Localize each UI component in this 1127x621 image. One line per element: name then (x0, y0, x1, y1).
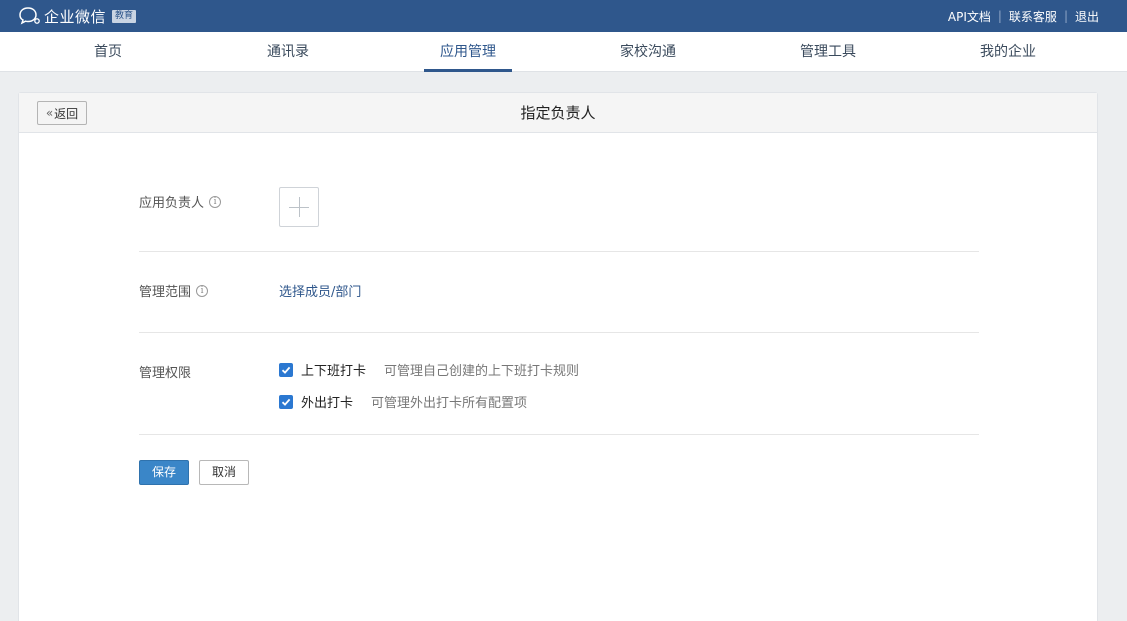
permission-checkbox[interactable] (279, 394, 293, 409)
nav-item-home[interactable]: 首页 (38, 32, 178, 72)
divider (139, 332, 979, 333)
permission-label: 管理权限 (139, 366, 192, 381)
divider (139, 434, 979, 435)
nav-item-app-management[interactable]: 应用管理 (398, 32, 538, 72)
api-docs-link[interactable]: API文档 (948, 8, 991, 25)
edition-badge: 教育 (112, 9, 137, 23)
link-separator: | (997, 9, 1002, 23)
logo-text: 企业微信 (44, 7, 107, 26)
active-tab-indicator (424, 69, 512, 72)
nav-item-my-company[interactable]: 我的企业 (938, 32, 1078, 72)
owner-label: 应用负责人 (139, 196, 205, 211)
top-bar: 企业微信 教育 API文档 | 联系客服 | 退出 (0, 0, 1127, 32)
add-owner-button[interactable] (279, 187, 319, 227)
card-header: 指定负责人 « 返回 (19, 93, 1097, 133)
wecom-logo-icon (18, 6, 42, 26)
logout-link[interactable]: 退出 (1075, 8, 1099, 25)
link-separator: | (1063, 9, 1068, 23)
permission-name: 外出打卡 (301, 396, 354, 411)
permission-desc: 可管理自己创建的上下班打卡规则 (384, 364, 580, 379)
logo[interactable]: 企业微信 教育 (18, 5, 137, 27)
permission-label-row: 管理权限 (139, 362, 191, 381)
page-title: 指定负责人 (520, 104, 596, 122)
nav-item-contacts[interactable]: 通讯录 (218, 32, 358, 72)
owner-label-row: 应用负责人 i (139, 192, 222, 211)
nav-item-home-school[interactable]: 家校沟通 (578, 32, 718, 72)
contact-support-link[interactable]: 联系客服 (1009, 8, 1057, 25)
back-button-label: 返回 (54, 106, 79, 121)
nav-item-management-tools[interactable]: 管理工具 (758, 32, 898, 72)
main-nav: 首页 通讯录 应用管理 家校沟通 管理工具 我的企业 (0, 32, 1127, 72)
double-chevron-left-icon: « (45, 106, 54, 120)
permission-desc: 可管理外出打卡所有配置项 (371, 396, 528, 411)
scope-label-row: 管理范围 i (139, 281, 209, 300)
cancel-button[interactable]: 取消 (199, 460, 249, 485)
scope-label: 管理范围 (139, 285, 192, 300)
permission-item: 外出打卡 可管理外出打卡所有配置项 (279, 392, 527, 411)
save-button[interactable]: 保存 (139, 460, 189, 485)
checkmark-icon (281, 366, 291, 374)
info-icon[interactable]: i (209, 195, 222, 208)
divider (139, 251, 979, 252)
permission-name: 上下班打卡 (301, 364, 367, 379)
select-members-link[interactable]: 选择成员/部门 (279, 281, 361, 300)
permission-item: 上下班打卡 可管理自己创建的上下班打卡规则 (279, 360, 579, 379)
assign-owner-card: 指定负责人 « 返回 应用负责人 i 管理范围 i 选择成员/部门 管理权限 上… (18, 92, 1098, 621)
top-links: API文档 | 联系客服 | 退出 (948, 0, 1099, 32)
info-icon[interactable]: i (196, 284, 209, 297)
permission-checkbox[interactable] (279, 362, 293, 377)
back-button[interactable]: « 返回 (37, 101, 87, 125)
checkmark-icon (281, 398, 291, 406)
